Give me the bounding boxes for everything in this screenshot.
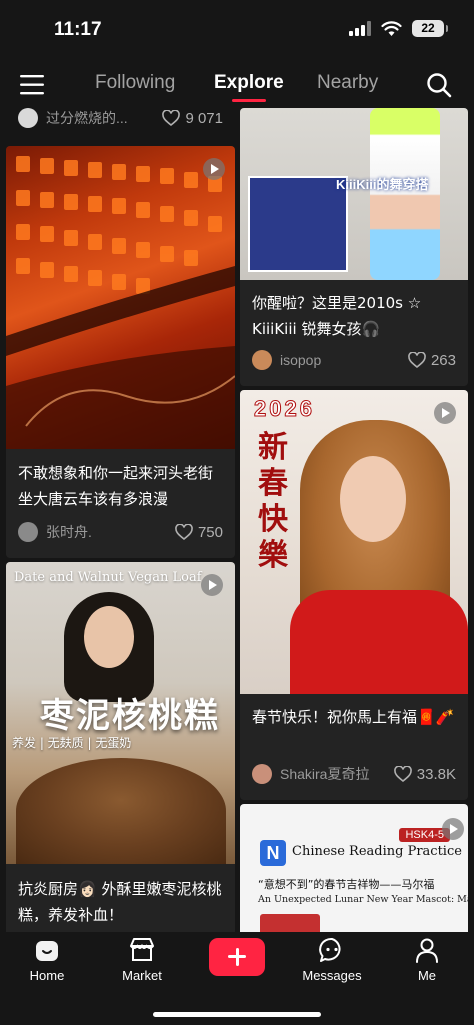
post-card[interactable]: 2026 新春快樂 春节快乐！祝你馬上有福🧧🧨 Shakira夏奇拉 33.8K [240,390,468,800]
tab-explore[interactable]: Explore [214,72,284,94]
post-title[interactable]: 你醒啦？这里是2010s ☆ KiiiKiii 锐舞女孩🎧 [252,290,458,342]
post-author[interactable]: Shakira夏奇拉 [280,764,394,784]
signal-icon [349,21,371,36]
like-button[interactable]: 750 [175,524,223,541]
post-meta: 张时舟. 750 [18,520,223,544]
video-play-icon [434,402,456,424]
top-nav: Following Explore Nearby [0,62,474,108]
nav-me[interactable]: Me [387,936,467,983]
post-card[interactable]: 过分燃烧的... 9 071 [6,108,235,134]
post-author[interactable]: 过分燃烧的... [46,108,162,128]
chat-bubble-icon [319,937,341,962]
like-count: 33.8K [416,765,456,783]
home-indicator [153,1012,321,1017]
nav-market[interactable]: Market [102,936,182,983]
avatar[interactable] [252,764,272,784]
post-card[interactable]: HSK4-5 N Chinese Reading Practice “意想不到”… [240,804,468,932]
add-post-button[interactable] [209,938,265,976]
status-icons: 22 [349,20,448,37]
post-image[interactable]: 2026 新春快樂 [240,390,468,694]
post-title[interactable]: 春节快乐！祝你馬上有福🧧🧨 [252,704,458,730]
post-image[interactable]: KiiiKiii的舞穿搭 [240,108,468,280]
avatar[interactable] [252,350,272,370]
image-overlay-text: KiiiKiii的舞穿搭 [336,177,429,192]
nav-home[interactable]: Home [7,936,87,983]
nav-me-label: Me [417,968,437,983]
menu-icon[interactable] [20,74,46,96]
avatar[interactable] [18,108,38,128]
avatar[interactable] [18,522,38,542]
like-count: 263 [430,351,456,369]
status-bar: 11:17 22 [0,0,474,62]
profile-icon [416,938,438,963]
post-card[interactable]: Date and Walnut Vegan Loaf 枣泥核桃糕 养发 | 无麸… [6,562,235,932]
heart-icon [408,352,426,368]
wifi-icon [381,21,402,36]
food-plate [16,758,226,864]
post-title[interactable]: 不敢想象和你一起来河头老街坐大唐云车该有多浪漫 [18,460,225,512]
nav-home-label: Home [29,968,65,983]
nav-messages[interactable]: Messages [292,936,372,983]
video-play-icon [442,818,464,840]
image-overlay-big-text: 新春快樂 [258,430,288,573]
heart-icon [162,110,181,126]
lantern-scene [6,156,235,449]
heart-icon [393,766,412,782]
battery-indicator: 22 [412,20,448,37]
person-top [290,590,468,694]
nav-market-label: Market [122,968,162,983]
image-overlay-title: Chinese Reading Practice [292,844,462,859]
nav-messages-label: Messages [302,968,362,983]
heart-icon [175,524,193,540]
like-button[interactable]: 263 [408,352,456,369]
post-image[interactable] [6,146,235,449]
video-play-icon [201,574,223,596]
post-image[interactable]: HSK4-5 N Chinese Reading Practice “意想不到”… [240,804,468,932]
post-card[interactable]: 不敢想象和你一起来河头老街坐大唐云车该有多浪漫 张时舟. 750 [6,146,235,558]
video-play-icon [203,158,225,180]
like-count: 750 [197,523,223,541]
person-face [84,606,134,668]
article-thumbnail [260,914,320,932]
post-meta: isopop 263 [252,348,456,372]
image-overlay-year: 2026 [254,396,315,422]
search-icon[interactable] [426,72,452,98]
outfit-collage [248,176,348,272]
post-author[interactable]: isopop [280,352,408,368]
bottom-nav: Home Market Messages Me [0,932,474,1025]
app-logo: N [260,840,286,866]
like-count: 9 071 [185,109,223,127]
post-meta: Shakira夏奇拉 33.8K [252,762,456,786]
post-title[interactable]: 抗炎厨房👩🏻 外酥里嫩枣泥核桃糕，养发补血！ [18,876,225,928]
post-meta: 过分燃烧的... 9 071 [18,108,223,130]
post-author[interactable]: 张时舟. [46,522,175,542]
person-face [340,456,406,542]
image-overlay-subtitle-en: An Unexpected Lunar New Year Mascot: Mal… [258,894,468,905]
image-overlay-title: Date and Walnut Vegan Loaf [14,570,202,585]
post-image[interactable]: Date and Walnut Vegan Loaf 枣泥核桃糕 养发 | 无麸… [6,562,235,864]
image-overlay-subtitle-cn: “意想不到”的春节吉祥物——马尔福 [258,878,435,891]
tab-nearby[interactable]: Nearby [317,72,378,94]
image-overlay-tags: 养发 | 无麸质 | 无蛋奶 [12,736,132,750]
store-icon [130,938,154,961]
image-overlay-big-text: 枣泥核桃糕 [40,696,220,736]
status-time: 11:17 [54,19,102,40]
like-button[interactable]: 33.8K [393,765,456,783]
like-button[interactable]: 9 071 [162,110,223,127]
tab-following[interactable]: Following [95,72,175,94]
person-legs [370,108,440,280]
post-card[interactable]: KiiiKiii的舞穿搭 你醒啦？这里是2010s ☆ KiiiKiii 锐舞女… [240,108,468,386]
active-tab-indicator [232,99,266,102]
home-icon [36,941,58,961]
explore-feed[interactable]: 过分燃烧的... 9 071 不敢想象和你一起来河头老街坐大唐云车该有多浪漫 张… [0,108,474,932]
